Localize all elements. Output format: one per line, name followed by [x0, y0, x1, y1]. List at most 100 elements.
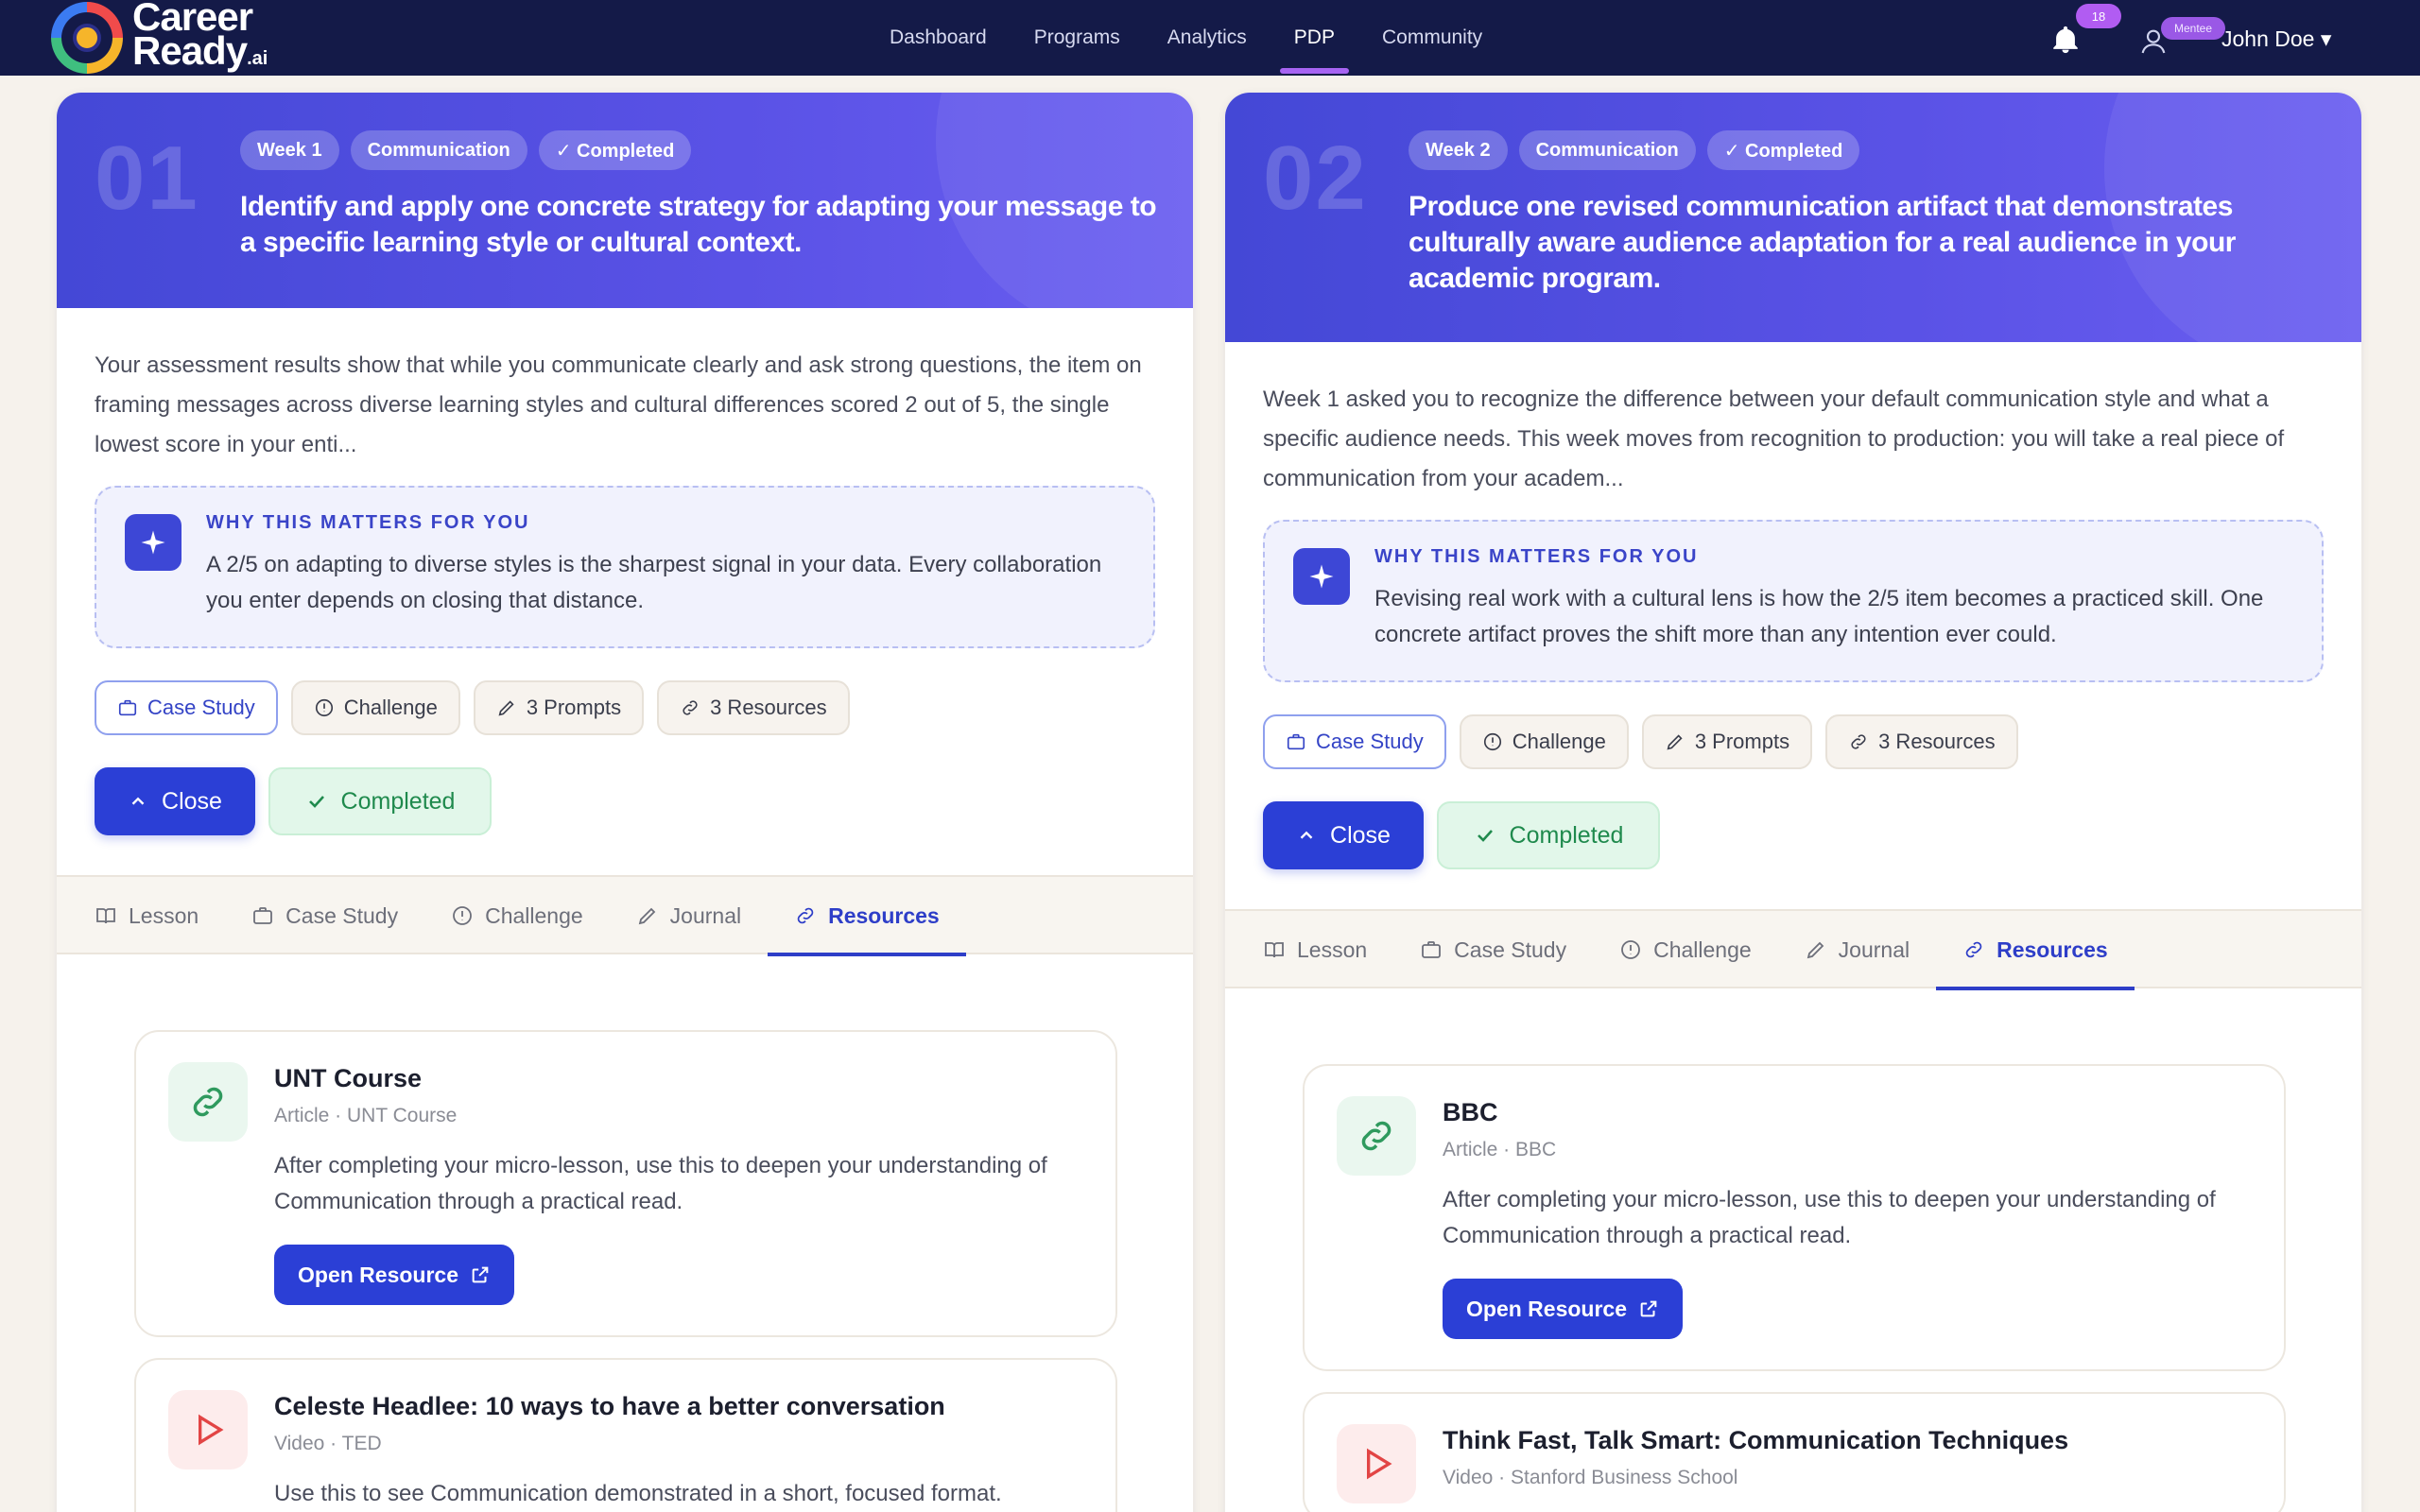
why-title: WHY THIS MATTERS FOR YOU — [206, 512, 530, 533]
pill-label: Challenge — [1512, 730, 1606, 753]
goal-title: Identify and apply one concrete strategy… — [240, 191, 1157, 258]
tab-label: Case Study — [285, 902, 399, 928]
link-icon — [1337, 1096, 1416, 1176]
why-matters-box: WHY THIS MATTERS FOR YOU A 2/5 on adapti… — [95, 486, 1155, 648]
completed-button[interactable]: Completed — [1437, 801, 1660, 869]
open-resource-button[interactable]: Open Resource — [1443, 1279, 1683, 1339]
briefcase-icon — [118, 699, 137, 716]
status-chip: ✓ Completed — [538, 130, 692, 170]
nav-link-dashboard[interactable]: Dashboard — [866, 0, 1011, 76]
tab-resources[interactable]: Resources — [768, 877, 966, 956]
user-menu[interactable]: John Doe ▾ — [2221, 26, 2331, 52]
main-nav: Dashboard Programs Analytics PDP Communi… — [866, 0, 1506, 76]
pill-challenge[interactable]: Challenge — [1459, 714, 1629, 769]
nav-link-analytics[interactable]: Analytics — [1144, 0, 1270, 76]
close-button[interactable]: Close — [95, 767, 255, 835]
bell-icon[interactable] — [2049, 23, 2082, 57]
status-chip: ✓ Completed — [1706, 130, 1860, 170]
close-label: Close — [1330, 821, 1391, 849]
pill-label: 3 Resources — [1878, 730, 1996, 753]
tab-challenge[interactable]: Challenge — [424, 877, 610, 954]
top-navbar: Career Ready.ai Dashboard Programs Analy… — [0, 0, 2420, 76]
week-number: 02 — [1263, 128, 1368, 229]
pencil-icon — [498, 700, 514, 716]
logo-suffix: .ai — [247, 48, 268, 69]
check-icon — [1477, 830, 1493, 842]
category-chip: Communication — [1518, 130, 1696, 170]
resource-list: UNT Course Article · UNT Course After co… — [57, 954, 1193, 1512]
briefcase-icon — [1287, 733, 1305, 750]
goal-description: Week 1 asked you to recognize the differ… — [1263, 387, 2285, 491]
sparkle-icon — [125, 514, 182, 571]
why-text: Revising real work with a cultural lens … — [1374, 586, 2264, 647]
alert-circle-icon — [1621, 940, 1640, 959]
play-icon — [1337, 1424, 1416, 1503]
pill-challenge[interactable]: Challenge — [290, 680, 460, 735]
tab-resources[interactable]: Resources — [1936, 911, 2135, 990]
pill-label: Case Study — [1316, 730, 1424, 753]
pill-resources[interactable]: 3 Resources — [1825, 714, 2018, 769]
alert-circle-icon — [1483, 732, 1501, 751]
pill-label: 3 Prompts — [526, 696, 622, 719]
open-resource-label: Open Resource — [298, 1262, 458, 1287]
resource-description: Use this to see Communication demonstrat… — [274, 1481, 1002, 1506]
resource-description: After completing your micro-lesson, use … — [1443, 1187, 2216, 1248]
notification-count-badge: 18 — [2076, 4, 2121, 28]
logo[interactable]: Career Ready.ai — [51, 0, 268, 76]
briefcase-icon — [1422, 941, 1442, 958]
link-icon — [1851, 734, 1866, 749]
goal-description: Your assessment results show that while … — [95, 352, 1142, 457]
tab-case-study[interactable]: Case Study — [1393, 911, 1593, 988]
tab-challenge[interactable]: Challenge — [1593, 911, 1778, 988]
pill-resources[interactable]: 3 Resources — [657, 680, 850, 735]
resource-title: Think Fast, Talk Smart: Communication Te… — [1443, 1426, 2069, 1454]
activity-pills: Case Study Challenge 3 Prompts 3 Resourc… — [1263, 714, 2324, 769]
resource-list: BBC Article · BBC After completing your … — [1225, 988, 2361, 1512]
external-link-icon — [472, 1266, 489, 1283]
card-header: 01 Week 1 Communication ✓ Completed Iden… — [57, 93, 1193, 308]
play-icon — [168, 1390, 248, 1469]
goal-card-week-1: 01 Week 1 Communication ✓ Completed Iden… — [57, 93, 1193, 1512]
tab-case-study[interactable]: Case Study — [225, 877, 424, 954]
resource-meta: Video · Stanford Business School — [1443, 1467, 1738, 1488]
tab-label: Lesson — [1297, 936, 1368, 962]
chevron-up-icon — [131, 797, 145, 805]
completed-label: Completed — [1509, 821, 1624, 849]
resource-card: UNT Course Article · UNT Course After co… — [134, 1030, 1117, 1337]
book-icon — [96, 908, 115, 924]
tab-label: Journal — [1838, 936, 1910, 962]
why-text: A 2/5 on adapting to diverse styles is t… — [206, 552, 1102, 613]
link-icon — [168, 1062, 248, 1142]
open-resource-button[interactable]: Open Resource — [274, 1245, 514, 1305]
tab-journal[interactable]: Journal — [1778, 911, 1936, 988]
tab-label: Lesson — [129, 902, 199, 928]
resource-card: BBC Article · BBC After completing your … — [1303, 1064, 2286, 1371]
nav-link-community[interactable]: Community — [1358, 0, 1506, 76]
tab-label: Resources — [828, 902, 940, 928]
close-button[interactable]: Close — [1263, 801, 1424, 869]
tab-journal[interactable]: Journal — [610, 877, 768, 954]
resource-description: After completing your micro-lesson, use … — [274, 1153, 1047, 1214]
pill-case-study[interactable]: Case Study — [95, 680, 278, 735]
pencil-icon — [638, 907, 655, 925]
tab-label: Case Study — [1454, 936, 1567, 962]
completed-button[interactable]: Completed — [268, 767, 492, 835]
nav-link-programs[interactable]: Programs — [1011, 0, 1144, 76]
alert-circle-icon — [453, 906, 472, 925]
pill-label: Case Study — [147, 696, 255, 719]
resource-card: Think Fast, Talk Smart: Communication Te… — [1303, 1392, 2286, 1512]
pill-prompts[interactable]: 3 Prompts — [473, 680, 645, 735]
tab-lesson[interactable]: Lesson — [95, 877, 225, 954]
nav-link-pdp[interactable]: PDP — [1270, 0, 1358, 76]
week-chip: Week 2 — [1409, 130, 1508, 170]
sparkle-icon — [1293, 548, 1350, 605]
pencil-icon — [1667, 734, 1683, 750]
tab-lesson[interactable]: Lesson — [1263, 911, 1393, 988]
check-icon — [308, 796, 324, 808]
resource-title: Celeste Headlee: 10 ways to have a bette… — [274, 1392, 945, 1420]
goal-card-week-2: 02 Week 2 Communication ✓ Completed Prod… — [1225, 93, 2361, 1512]
pill-prompts[interactable]: 3 Prompts — [1641, 714, 1813, 769]
goal-title: Produce one revised communication artifa… — [1409, 191, 2236, 294]
pill-case-study[interactable]: Case Study — [1263, 714, 1446, 769]
resource-meta: Article · UNT Course — [274, 1105, 458, 1126]
